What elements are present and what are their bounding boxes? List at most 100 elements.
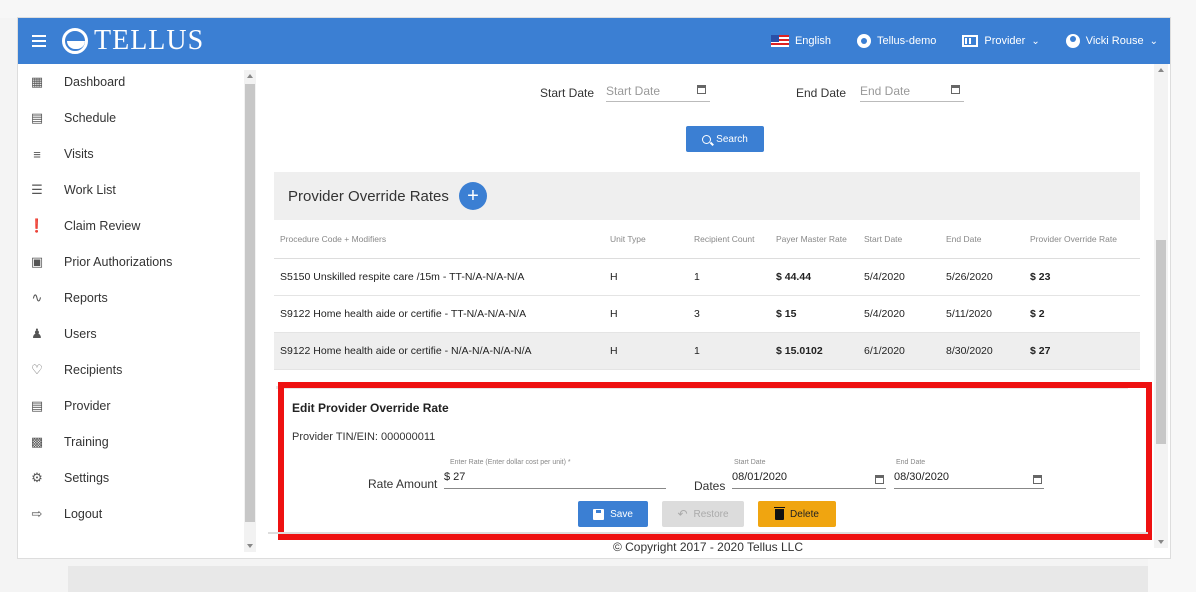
scroll-up-icon[interactable] [1158, 68, 1164, 72]
save-icon [593, 508, 605, 520]
start-date-hint: Start Date [734, 459, 766, 466]
count-cell: 1 [688, 332, 770, 370]
override-rates-table: Procedure Code + Modifiers Unit Type Rec… [274, 220, 1140, 370]
provider-tin: Provider TIN/EIN: 000000011 [292, 431, 436, 443]
table-row[interactable]: S9122 Home health aide or certifie - TT-… [274, 295, 1140, 333]
delete-button[interactable]: Delete [758, 501, 836, 527]
sidebar-item-settings[interactable]: ⚙ Settings [18, 460, 258, 496]
column-header[interactable]: Provider Override Rate [1024, 220, 1140, 259]
sidebar-item-dashboard[interactable]: ▦ Dashboard [18, 64, 258, 100]
start-date-label: Start Date [540, 86, 595, 100]
end-date-cell: 5/26/2020 [940, 258, 1024, 296]
language-selector[interactable]: English [770, 35, 832, 47]
calendar-icon[interactable] [1033, 475, 1042, 484]
start-date-field[interactable]: 08/01/2020 [732, 471, 886, 489]
sidebar-item-label: Claim Review [64, 219, 141, 233]
end-date-field[interactable]: 08/30/2020 [894, 471, 1044, 489]
role-label: Provider [984, 35, 1026, 47]
save-button[interactable]: Save [578, 501, 648, 527]
calendar-icon[interactable] [875, 475, 884, 484]
language-label: English [794, 35, 832, 47]
end-date-hint: End Date [896, 459, 926, 466]
sidebar-item-label: Settings [64, 471, 110, 485]
column-header[interactable]: Start Date [858, 220, 940, 259]
sidebar-item-provider[interactable]: ▤ Provider [18, 388, 258, 424]
override-rate-cell: $ 23 [1024, 258, 1140, 296]
app-window: TELLUS English Tellus-demo Provider ⌄ Vi… [18, 18, 1170, 558]
end-date-input[interactable]: End Date [860, 78, 964, 102]
sidebar-item-reports[interactable]: ∿ Reports [18, 280, 258, 316]
edit-override-rate-panel: Edit Provider Override Rate Provider TIN… [276, 386, 1128, 528]
sidebar-item-label: Provider [64, 399, 111, 413]
column-header[interactable]: Unit Type [604, 220, 688, 259]
add-rate-button[interactable]: + [458, 182, 487, 210]
restore-button[interactable]: ↶ Restore [662, 501, 744, 527]
sidebar-item-work-list[interactable]: ☰ Work List [18, 172, 258, 208]
calendar-icon[interactable] [951, 85, 960, 94]
start-date-input[interactable]: Start Date [606, 78, 710, 102]
start-date-value: 08/01/2020 [732, 471, 788, 483]
footer-copyright: © Copyright 2017 - 2020 Tellus LLC [268, 532, 1148, 558]
modifiers: TT-N/A-N/A-N/A [450, 307, 527, 320]
procedure-code: S5150 Unskilled respite care /15m [280, 270, 440, 283]
main-scrollbar[interactable] [1154, 64, 1168, 548]
scroll-down-icon[interactable] [247, 544, 253, 548]
sidebar-item-users[interactable]: ♟ Users [18, 316, 258, 352]
edit-panel-title: Edit Provider Override Rate [292, 401, 449, 415]
sidebar-item-schedule[interactable]: ▤ Schedule [18, 100, 258, 136]
payer-rate-cell: $ 15 [770, 295, 858, 333]
sidebar-scrollbar[interactable] [244, 70, 256, 552]
list-icon: ☰ [31, 182, 43, 197]
user-menu[interactable]: Vicki Rouse ⌄ [1065, 34, 1158, 48]
rate-amount-input[interactable]: $ 27 [444, 471, 666, 489]
table-row[interactable]: S9122 Home health aide or certifie - N/A… [274, 332, 1140, 370]
table-row[interactable]: S5150 Unskilled respite care /15m - TT-N… [274, 258, 1140, 296]
column-header[interactable]: Payer Master Rate [770, 220, 858, 259]
recipients-icon: ♡ [31, 362, 43, 377]
procedure-cell: S9122 Home health aide or certifie - TT-… [274, 295, 604, 333]
account-selector[interactable]: Tellus-demo [857, 34, 936, 48]
chevron-down-icon: ⌄ [1149, 35, 1158, 47]
user-icon [1065, 34, 1080, 48]
end-date-label: End Date [796, 86, 847, 100]
main-scroll-thumb[interactable] [1156, 240, 1166, 444]
sidebar-item-label: Visits [64, 147, 94, 161]
trash-icon [774, 506, 786, 520]
count-cell: 1 [688, 258, 770, 296]
column-header[interactable]: Procedure Code + Modifiers [274, 220, 604, 259]
column-header[interactable]: End Date [940, 220, 1024, 259]
logout-icon: ⇨ [31, 506, 43, 521]
save-button-label: Save [610, 508, 633, 520]
logo[interactable]: TELLUS [62, 25, 204, 57]
menu-icon[interactable] [32, 35, 46, 47]
payer-rate-cell: $ 15.0102 [770, 332, 858, 370]
column-header[interactable]: Recipient Count [688, 220, 770, 259]
scroll-down-icon[interactable] [1158, 540, 1164, 544]
chevron-down-icon: ⌄ [1031, 35, 1040, 47]
calendar-icon[interactable] [697, 85, 706, 94]
override-rates-title: Provider Override Rates [288, 187, 449, 205]
sidebar-item-logout[interactable]: ⇨ Logout [18, 496, 258, 532]
account-label: Tellus-demo [877, 35, 937, 47]
sidebar-item-training[interactable]: ▩ Training [18, 424, 258, 460]
sidebar-item-recipients[interactable]: ♡ Recipients [18, 352, 258, 388]
globe-icon [857, 34, 872, 48]
end-date-placeholder: End Date [860, 84, 911, 98]
sidebar-scroll-thumb[interactable] [245, 84, 255, 522]
provider-icon [962, 35, 979, 47]
search-icon [702, 134, 712, 144]
main-content: Start Date Start Date End Date End Date … [258, 64, 1152, 532]
sidebar-item-claim-review[interactable]: ❗ Claim Review [18, 208, 258, 244]
trend-icon: ∿ [31, 290, 43, 305]
sidebar-item-label: Training [64, 435, 109, 449]
restore-button-label: Restore [693, 508, 729, 520]
end-date-cell: 8/30/2020 [940, 332, 1024, 370]
scroll-up-icon[interactable] [247, 74, 253, 78]
undo-icon: ↶ [677, 507, 688, 521]
sidebar-item-label: Work List [64, 183, 116, 197]
role-menu[interactable]: Provider ⌄ [962, 35, 1040, 47]
sidebar-item-prior-authorizations[interactable]: ▣ Prior Authorizations [18, 244, 258, 280]
modifiers: TT-N/A-N/A-N/A [449, 270, 525, 283]
search-button[interactable]: Search [686, 126, 764, 152]
sidebar-item-visits[interactable]: ≡ Visits [18, 136, 258, 172]
